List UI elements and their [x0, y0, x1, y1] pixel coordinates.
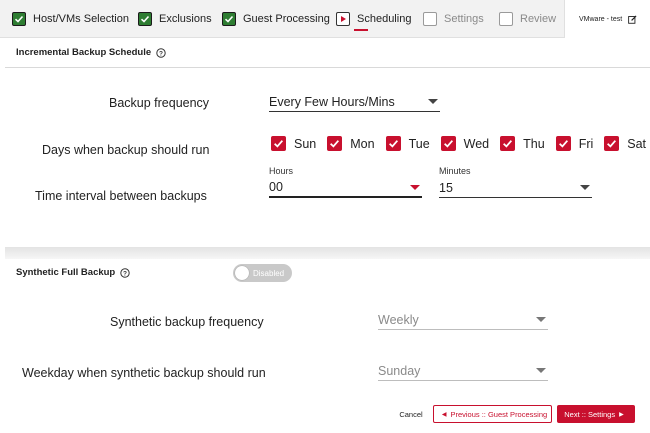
- step-scheduling[interactable]: Scheduling: [336, 11, 411, 27]
- edit-icon[interactable]: [628, 14, 637, 24]
- vm-job-panel: VMware - test: [564, 0, 650, 38]
- checked-icon: [604, 136, 620, 151]
- backup-frequency-label: Backup frequency: [109, 96, 210, 110]
- step-exclusions[interactable]: Exclusions: [138, 11, 212, 27]
- days-label: Days when backup should run: [42, 143, 210, 157]
- select-value: Weekly: [378, 312, 419, 327]
- synthetic-weekday-label: Weekday when synthetic backup should run: [22, 366, 266, 380]
- section-title-text: Synthetic Full Backup: [16, 267, 116, 278]
- backup-frequency-select[interactable]: Every Few Hours/Mins: [269, 92, 440, 112]
- minutes-label: Minutes: [439, 166, 471, 176]
- help-circle-icon[interactable]: ?: [120, 267, 130, 278]
- hours-label: Hours: [269, 166, 294, 176]
- previous-button[interactable]: ◀ Previous :: Guest Processing: [433, 405, 552, 423]
- step-review[interactable]: Review: [499, 11, 556, 27]
- check-icon: [222, 12, 236, 26]
- day-label: Sat: [627, 136, 647, 151]
- day-checkbox-wed[interactable]: Wed: [440, 136, 490, 151]
- synthetic-toggle[interactable]: Disabled: [233, 264, 292, 282]
- step-guest-processing[interactable]: Guest Processing: [222, 11, 330, 27]
- play-icon: [336, 12, 350, 26]
- days-checkbox-group: Sun Mon Tue Wed Thu Fri Sat: [271, 136, 650, 151]
- caret-down-icon: [536, 317, 546, 322]
- day-checkbox-sat[interactable]: Sat: [604, 136, 646, 151]
- day-checkbox-mon[interactable]: Mon: [327, 136, 375, 151]
- caret-down-icon: [536, 368, 546, 373]
- synthetic-frequency-label: Synthetic backup frequency: [110, 315, 264, 329]
- select-value: Every Few Hours/Mins: [269, 94, 395, 109]
- cancel-button[interactable]: Cancel: [398, 405, 424, 423]
- synthetic-section-title: Synthetic Full Backup ?: [16, 267, 130, 278]
- section-separator: [5, 247, 650, 259]
- checked-icon: [271, 136, 286, 151]
- day-checkbox-thu[interactable]: Thu: [500, 136, 545, 151]
- minutes-select[interactable]: 15: [439, 178, 592, 198]
- day-checkbox-tue[interactable]: Tue: [385, 136, 430, 151]
- chevron-left-icon: ◀: [441, 411, 447, 418]
- select-value: 00: [269, 180, 283, 194]
- svg-text:?: ?: [159, 50, 163, 57]
- empty-checkbox-icon: [423, 12, 437, 26]
- empty-checkbox-icon: [499, 12, 513, 26]
- step-label: Guest Processing: [243, 13, 330, 25]
- toggle-label: Disabled: [253, 268, 285, 278]
- hours-select[interactable]: 00: [269, 178, 422, 198]
- check-icon: [138, 12, 152, 26]
- day-label: Fri: [578, 136, 594, 151]
- checked-icon: [500, 136, 516, 151]
- interval-label: Time interval between backups: [35, 189, 207, 203]
- select-value: Sunday: [378, 363, 421, 378]
- select-value: 15: [439, 180, 453, 195]
- step-host-vms-selection[interactable]: Host/VMs Selection: [12, 11, 129, 27]
- synthetic-weekday-select[interactable]: Sunday: [378, 361, 548, 381]
- help-circle-icon[interactable]: ?: [156, 47, 166, 58]
- next-label: Next :: Settings: [564, 409, 616, 419]
- section-title-text: Incremental Backup Schedule: [16, 47, 152, 58]
- day-label: Thu: [523, 136, 545, 151]
- checked-icon: [440, 136, 456, 151]
- checked-icon: [555, 136, 571, 151]
- step-label: Scheduling: [357, 13, 412, 25]
- previous-label: Previous :: Guest Processing: [450, 409, 548, 419]
- check-icon: [12, 12, 26, 26]
- active-step-indicator: [354, 29, 368, 31]
- next-button[interactable]: Next :: Settings ▶: [557, 405, 635, 423]
- synthetic-frequency-select[interactable]: Weekly: [378, 310, 548, 330]
- incremental-section-title: Incremental Backup Schedule ?: [16, 47, 166, 58]
- day-label: Tue: [408, 136, 430, 151]
- chevron-right-icon: ▶: [619, 411, 624, 418]
- day-checkbox-sun[interactable]: Sun: [271, 136, 316, 151]
- section-divider: [5, 67, 650, 68]
- step-settings[interactable]: Settings: [423, 11, 484, 27]
- toggle-knob: [235, 266, 249, 280]
- day-label: Wed: [463, 136, 490, 151]
- day-label: Sun: [294, 136, 317, 151]
- wizard-footer: Cancel ◀ Previous :: Guest Processing Ne…: [0, 397, 650, 433]
- caret-down-icon: [428, 99, 438, 104]
- day-checkbox-fri[interactable]: Fri: [555, 136, 594, 151]
- vm-job-name: VMware - test: [579, 15, 623, 23]
- svg-text:?: ?: [123, 270, 127, 277]
- day-label: Mon: [350, 136, 375, 151]
- checked-icon: [327, 136, 343, 151]
- wizard-steps: Host/VMs Selection Exclusions Guest Proc…: [0, 0, 650, 38]
- caret-down-icon: [410, 184, 420, 190]
- checked-icon: [385, 136, 401, 151]
- step-label: Settings: [444, 13, 484, 25]
- caret-down-icon: [580, 185, 590, 190]
- step-label: Exclusions: [159, 13, 212, 25]
- step-label: Host/VMs Selection: [33, 13, 129, 25]
- step-label: Review: [520, 13, 557, 25]
